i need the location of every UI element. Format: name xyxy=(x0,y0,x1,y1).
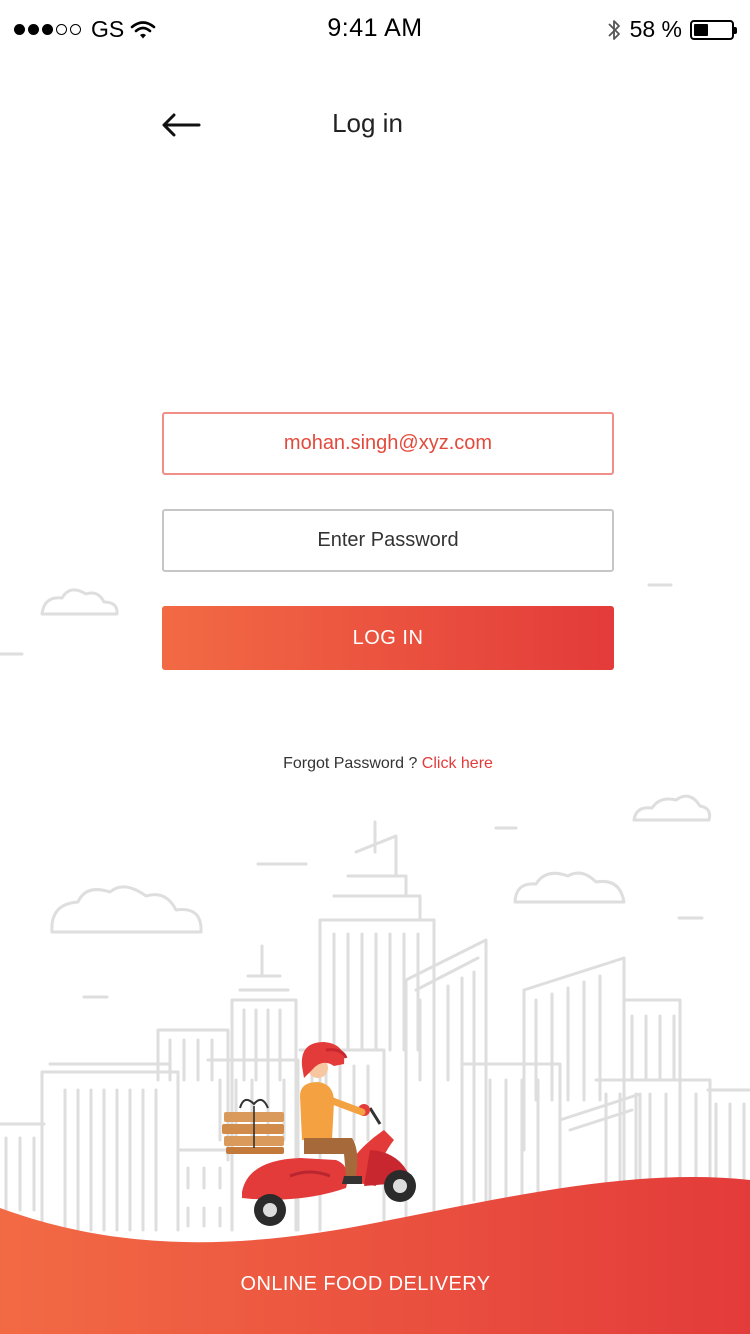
city-illustration xyxy=(0,583,750,1334)
status-right: 58 % xyxy=(606,16,737,43)
footer-label: ONLINE FOOD DELIVERY xyxy=(240,1273,491,1295)
login-button-label: LOG IN xyxy=(352,626,424,649)
email-value: mohan.singh@xyz.com xyxy=(283,432,493,454)
bluetooth-icon xyxy=(607,19,620,40)
password-placeholder: Enter Password xyxy=(317,529,459,551)
battery-fill xyxy=(694,23,709,36)
email-field[interactable]: mohan.singh@xyz.com xyxy=(162,412,614,475)
login-button[interactable]: LOG IN xyxy=(162,606,614,670)
battery-icon xyxy=(690,19,737,40)
forgot-password-row: Forgot Password ? Click here xyxy=(0,755,750,773)
battery-percent: 58 % xyxy=(629,16,682,42)
status-bar: GS 9:41 AM 58 % xyxy=(0,0,750,60)
forgot-password-link[interactable]: Click here xyxy=(422,755,493,772)
forgot-password-text: Forgot Password ? xyxy=(283,755,418,772)
page-title: Log in xyxy=(332,108,403,138)
password-field[interactable]: Enter Password xyxy=(162,509,614,572)
